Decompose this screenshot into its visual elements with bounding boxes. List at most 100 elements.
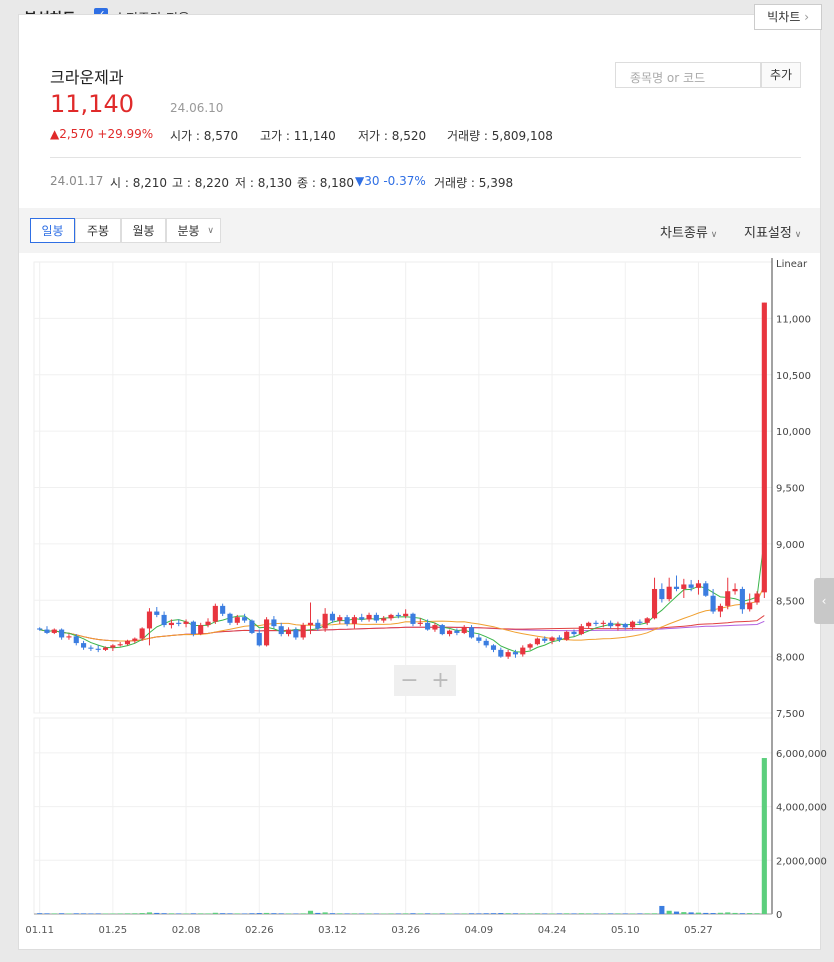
candle-body bbox=[600, 622, 606, 624]
volume-bar bbox=[622, 913, 628, 914]
candle-body bbox=[66, 636, 72, 638]
y-tick-label: 9,000 bbox=[776, 540, 805, 551]
candle-body bbox=[154, 611, 160, 615]
candle-body bbox=[512, 652, 519, 655]
volume-plot-area bbox=[33, 717, 773, 915]
volume-bar bbox=[176, 913, 182, 914]
candle-body bbox=[527, 644, 533, 648]
y-tick-label: 7,500 bbox=[776, 709, 805, 720]
volume-bar bbox=[505, 913, 511, 914]
candle-body bbox=[344, 617, 350, 624]
candle-body bbox=[95, 648, 101, 650]
volume-bar bbox=[739, 913, 745, 914]
volume-bar bbox=[578, 913, 584, 914]
candle-body bbox=[717, 605, 723, 612]
x-tick-label: 05.27 bbox=[684, 925, 713, 936]
volume-bar bbox=[329, 913, 336, 914]
candle-body bbox=[754, 593, 760, 603]
volume-bar bbox=[132, 913, 138, 914]
x-tick-label: 02.08 bbox=[172, 925, 201, 936]
candle-body bbox=[410, 613, 416, 624]
candle-body bbox=[732, 588, 738, 592]
candle-body bbox=[695, 583, 702, 588]
candle-body bbox=[703, 583, 709, 596]
volume-bar bbox=[644, 913, 650, 914]
volume-bar bbox=[754, 913, 760, 914]
zoom-in-button[interactable]: + bbox=[425, 668, 456, 693]
candle-body bbox=[439, 625, 445, 635]
volume-bar bbox=[564, 913, 570, 914]
volume-bar bbox=[498, 913, 504, 914]
volume-bar bbox=[307, 910, 314, 914]
volume-bar bbox=[593, 913, 599, 914]
candle-body bbox=[110, 645, 116, 648]
candle-body bbox=[630, 621, 636, 628]
candle-body bbox=[293, 629, 299, 638]
candle-body bbox=[666, 586, 672, 600]
volume-bar bbox=[630, 913, 636, 914]
candle-body bbox=[359, 617, 365, 620]
candle-body bbox=[234, 617, 240, 623]
volume-bar bbox=[88, 913, 94, 914]
volume-bar bbox=[747, 913, 753, 914]
volume-bar bbox=[264, 912, 270, 914]
candle-body bbox=[73, 636, 79, 644]
candle-body bbox=[520, 647, 526, 655]
y-tick-label: 10,000 bbox=[776, 427, 811, 438]
candle-body bbox=[351, 617, 357, 624]
candle-body bbox=[710, 595, 716, 612]
candle-body bbox=[534, 638, 540, 645]
volume-bar bbox=[410, 913, 416, 914]
volume-bar bbox=[439, 913, 445, 914]
candle-body bbox=[59, 629, 65, 638]
volume-bar bbox=[556, 913, 562, 914]
volume-bar bbox=[425, 913, 431, 914]
volume-bar bbox=[161, 913, 167, 914]
volume-bar bbox=[124, 913, 131, 914]
candle-body bbox=[337, 617, 343, 621]
volume-bar bbox=[483, 913, 489, 914]
candle-body bbox=[44, 629, 50, 633]
zoom-out-button[interactable]: − bbox=[394, 668, 425, 693]
y-tick-label: 8,000 bbox=[776, 653, 805, 664]
volume-bar bbox=[447, 913, 453, 914]
volume-bar bbox=[81, 913, 87, 914]
volume-bar bbox=[271, 913, 277, 914]
candle-body bbox=[198, 625, 204, 635]
candle-body bbox=[139, 628, 145, 639]
candle-body bbox=[425, 622, 431, 630]
volume-bar bbox=[212, 912, 218, 914]
y-tick-label: 10,500 bbox=[776, 371, 811, 382]
volume-bar bbox=[432, 913, 438, 914]
candle-body bbox=[505, 652, 511, 657]
candle-body bbox=[615, 623, 621, 627]
x-tick-label: 05.10 bbox=[611, 925, 640, 936]
candle-body bbox=[549, 637, 555, 641]
volume-tick-label: 4,000,000 bbox=[776, 803, 827, 814]
x-tick-label: 01.11 bbox=[25, 925, 54, 936]
volume-bar bbox=[154, 912, 160, 914]
volume-bar bbox=[256, 913, 262, 914]
candle-body bbox=[37, 628, 43, 630]
candle-body bbox=[264, 619, 270, 646]
candle-body bbox=[183, 621, 189, 624]
volume-bar bbox=[110, 913, 116, 914]
volume-bar bbox=[688, 912, 694, 914]
candle-body bbox=[490, 645, 497, 650]
candle-body bbox=[220, 605, 226, 614]
volume-bar bbox=[293, 913, 299, 914]
price-chart[interactable]: 01.11 01.25 02.08 02.26 03.12 03.26 04.09 04.24… bbox=[0, 0, 834, 962]
side-panel-toggle[interactable]: ‹ bbox=[814, 578, 834, 624]
candle-body bbox=[212, 605, 218, 622]
volume-bar bbox=[190, 913, 196, 914]
candle-body bbox=[739, 588, 745, 610]
y-tick-label: 8,500 bbox=[776, 596, 805, 607]
volume-bar bbox=[168, 913, 174, 914]
volume-bar bbox=[278, 913, 284, 914]
volume-bar bbox=[695, 912, 702, 914]
x-tick-label: 03.26 bbox=[391, 925, 420, 936]
volume-tick-label: 0 bbox=[776, 910, 782, 921]
candle-body bbox=[651, 588, 658, 619]
volume-bar bbox=[527, 913, 533, 914]
candle-body bbox=[146, 611, 153, 629]
